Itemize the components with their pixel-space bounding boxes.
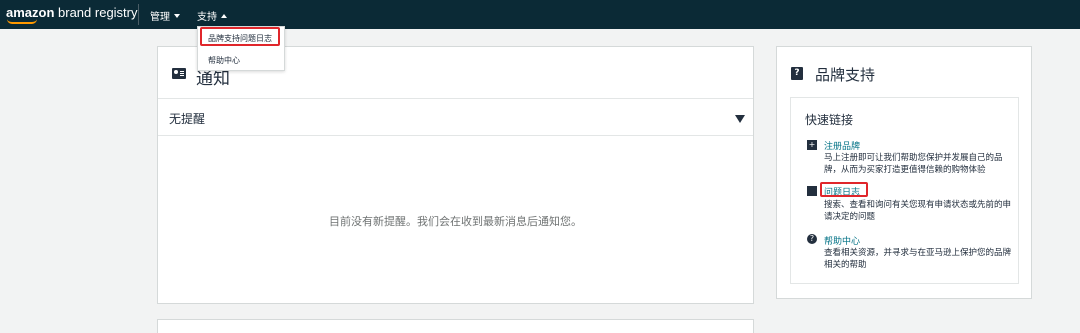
reminder-filter-dropdown[interactable]: 无提醒 [158, 100, 753, 136]
highlight-annotation-link-issue-log [820, 182, 868, 197]
empty-notification-message: 目前没有新提醒。我们会在收到最新消息后通知您。 [329, 215, 582, 228]
amazon-brand-registry-logo[interactable]: amazon brand registry [6, 5, 138, 20]
highlight-annotation-issue-log [200, 27, 280, 46]
chevron-down-icon [174, 13, 180, 18]
briefcase-icon [807, 186, 817, 196]
logo-product-text: brand registry [54, 5, 138, 20]
menu-item-help-center[interactable]: 帮助中心 [208, 55, 240, 66]
nav-manage-menu[interactable]: 管理 [150, 8, 180, 23]
id-card-icon [172, 68, 186, 79]
link-help-center[interactable]: 帮助中心 [824, 234, 860, 247]
register-brand-description: 马上注册即可让我们帮助您保护并发展自己的品牌，从而为买家打造更值得信赖的购物体验 [824, 153, 1003, 175]
nav-support-label: 支持 [197, 12, 217, 23]
help-center-description: 查看相关资源，并寻求与在亚马逊上保护您的品牌相关的帮助 [824, 248, 1012, 270]
nav-support-menu[interactable]: 支持 [197, 8, 227, 23]
notification-card: 通知 无提醒 目前没有新提醒。我们会在收到最新消息后通知您。 [157, 46, 754, 304]
question-circle-icon: ? [807, 234, 817, 244]
reminder-filter-label: 无提醒 [169, 112, 206, 126]
nav-manage-label: 管理 [150, 12, 170, 23]
top-navigation-bar: amazon brand registry 管理 支持 [0, 0, 1080, 29]
question-square-icon: ? [791, 67, 803, 80]
quick-links-panel: 快速链接 + 注册品牌 马上注册即可让我们帮助您保护并发展自己的品牌，从而为买家… [790, 97, 1019, 284]
brand-support-title: 品牌支持 [815, 66, 876, 84]
quick-links-title: 快速链接 [805, 113, 854, 127]
chevron-up-icon [221, 13, 227, 18]
issue-log-description: 搜索、查看和询问有关您现有申请状态或先前的申请决定的问题 [824, 200, 1012, 222]
logo-smile-icon [7, 19, 37, 24]
logo-brand-text: amazon [6, 5, 55, 20]
brand-support-card: ? 品牌支持 快速链接 + 注册品牌 马上注册即可让我们帮助您保护并发展自己的品… [776, 46, 1032, 299]
secondary-card [157, 319, 754, 333]
link-register-brand[interactable]: 注册品牌 [824, 139, 860, 152]
triangle-down-icon[interactable] [735, 115, 745, 123]
add-folder-icon: + [807, 140, 817, 150]
nav-divider [138, 4, 139, 25]
